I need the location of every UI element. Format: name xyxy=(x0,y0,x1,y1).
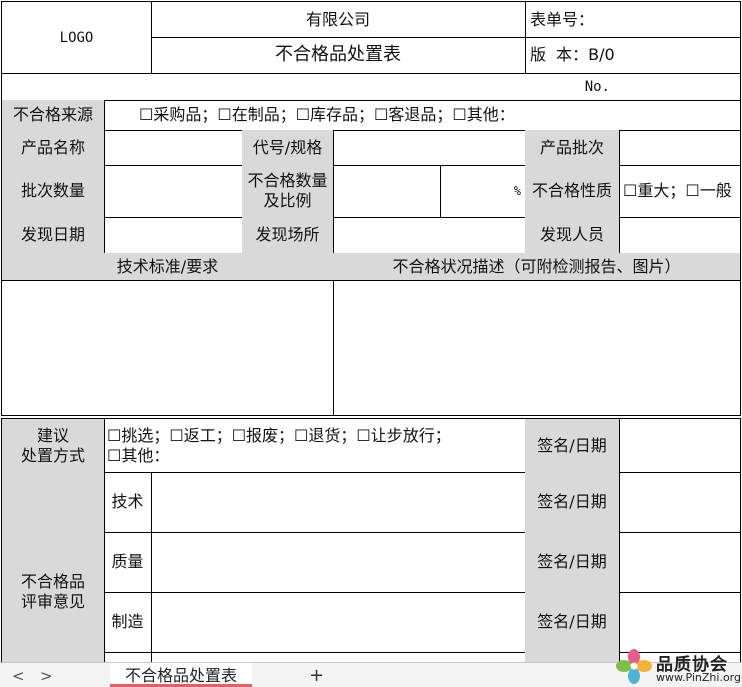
product-batch-label: 产品批次 xyxy=(525,130,620,166)
tech-standard-area[interactable] xyxy=(1,280,334,416)
review-sign-value-technical[interactable] xyxy=(619,472,741,533)
nc-percent-value[interactable]: % xyxy=(440,165,526,218)
source-options[interactable]: ☐采购品；☐在制品；☐库存品；☐客退品；☐其他： xyxy=(104,100,741,131)
review-dept-manufacturing: 制造 xyxy=(104,592,152,653)
form-number-label[interactable]: 表单号： xyxy=(525,1,741,38)
nc-qty-label: 不合格数量 及比例 xyxy=(242,165,334,218)
product-batch-value[interactable] xyxy=(619,130,741,166)
code-spec-value[interactable] xyxy=(333,130,526,166)
spreadsheet-grid: LOGO 有限公司 不合格品处置表 表单号： 版 本：B/0 No. 不合格来源… xyxy=(0,0,742,662)
review-opinion-quality[interactable] xyxy=(151,532,526,593)
flower-logo-icon xyxy=(616,649,652,684)
source-label: 不合格来源 xyxy=(1,100,105,131)
review-sign-label-extra xyxy=(525,652,620,662)
disposal-sign-value[interactable] xyxy=(619,418,741,473)
product-name-label: 产品名称 xyxy=(1,130,105,166)
watermark-url: www.PinZhi.org xyxy=(656,671,741,684)
review-sign-value-manufacturing[interactable] xyxy=(619,592,741,653)
found-place-value[interactable] xyxy=(333,217,526,254)
review-sign-value-quality[interactable] xyxy=(619,532,741,593)
nc-qty-label-line2: 及比例 xyxy=(263,191,312,210)
found-place-label: 发现场所 xyxy=(242,217,334,254)
logo-cell[interactable]: LOGO xyxy=(1,1,152,74)
code-spec-label: 代号/规格 xyxy=(242,130,334,166)
review-sign-label-manufacturing: 签名/日期 xyxy=(525,592,620,653)
disposal-label-line2: 处置方式 xyxy=(20,445,85,465)
tech-standard-header: 技术标准/要求 xyxy=(1,253,334,281)
review-label-line2: 评审意见 xyxy=(20,592,85,611)
nc-description-header: 不合格状况描述（可附检测报告、图片） xyxy=(333,253,741,281)
batch-qty-label: 批次数量 xyxy=(1,165,105,218)
review-label-line1: 不合格品 xyxy=(20,572,85,591)
nc-nature-options[interactable]: ☐重大；☐一般 xyxy=(619,165,741,218)
nc-qty-value[interactable] xyxy=(333,165,441,218)
next-sheet-icon[interactable]: > xyxy=(40,667,53,685)
review-dept-quality: 质量 xyxy=(104,532,152,593)
disposal-options-line1: ☐挑选；☐返工；☐报废；☐退货；☐让步放行； xyxy=(107,425,451,445)
add-sheet-button[interactable]: + xyxy=(309,665,324,686)
page-title[interactable]: 不合格品处置表 xyxy=(151,37,526,74)
disposal-label: 建议 处置方式 xyxy=(1,418,105,473)
serial-number-label[interactable]: No. xyxy=(1,73,741,101)
review-dept-technical: 技术 xyxy=(104,472,152,533)
disposal-label-line1: 建议 xyxy=(36,425,69,445)
review-sign-label-technical: 签名/日期 xyxy=(525,472,620,533)
batch-qty-value[interactable] xyxy=(104,165,243,218)
product-name-value[interactable] xyxy=(104,130,243,166)
review-opinion-manufacturing[interactable] xyxy=(151,592,526,653)
review-sign-label-quality: 签名/日期 xyxy=(525,532,620,593)
nc-description-area[interactable] xyxy=(333,280,741,416)
review-opinion-technical[interactable] xyxy=(151,472,526,533)
version-label[interactable]: 版 本：B/0 xyxy=(525,37,741,74)
nc-nature-label: 不合格性质 xyxy=(525,165,620,218)
company-name[interactable]: 有限公司 xyxy=(151,1,526,38)
review-opinion-extra[interactable] xyxy=(151,652,526,662)
found-by-label: 发现人员 xyxy=(525,217,620,254)
nc-qty-label-line1: 不合格数量 xyxy=(247,171,328,190)
prev-sheet-icon[interactable]: < xyxy=(12,667,25,685)
disposal-options[interactable]: ☐挑选；☐返工；☐报废；☐退货；☐让步放行； ☐其他： xyxy=(104,418,526,473)
review-dept-extra xyxy=(104,652,152,662)
found-date-value[interactable] xyxy=(104,217,243,254)
disposal-sign-label: 签名/日期 xyxy=(525,418,620,473)
found-by-value[interactable] xyxy=(619,217,741,254)
disposal-options-line2: ☐其他： xyxy=(107,445,170,465)
found-date-label: 发现日期 xyxy=(1,217,105,254)
sheet-tab-active[interactable]: 不合格品处置表 xyxy=(110,663,252,687)
review-label: 不合格品 评审意见 xyxy=(1,472,105,662)
watermark: 品质协会 www.PinZhi.org xyxy=(612,648,742,687)
